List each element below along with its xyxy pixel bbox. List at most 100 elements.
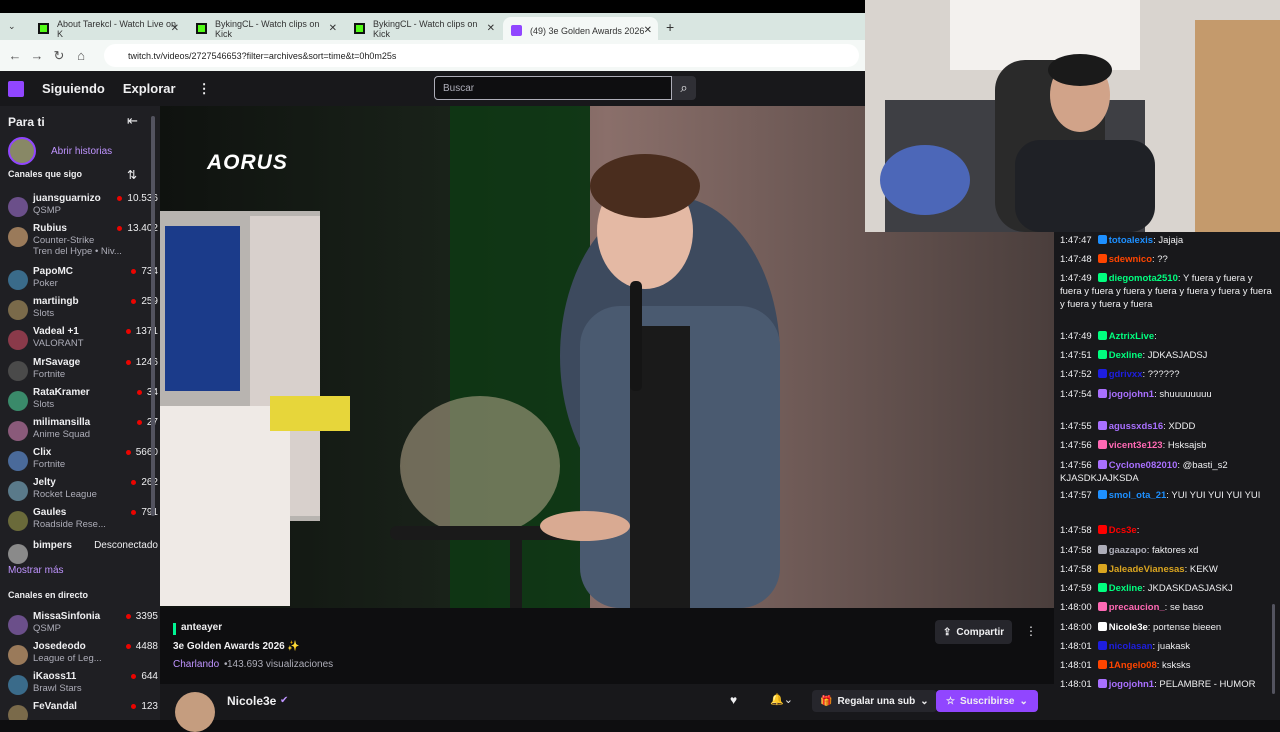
chat-username[interactable]: 1Angelo08 (1109, 660, 1157, 671)
badge-icon[interactable] (1097, 421, 1107, 430)
badge-icon[interactable] (1097, 389, 1107, 398)
close-icon[interactable]: ✕ (171, 23, 179, 34)
sidebar-channel[interactable]: Clix Fortnite 5660 (8, 446, 158, 476)
sidebar-scrollbar[interactable] (151, 116, 155, 516)
sidebar-channel[interactable]: Rubius Counter-Strike Tren del Hype • Niv.… (8, 222, 158, 257)
chat-username[interactable]: sdewnico (1109, 254, 1152, 265)
url-field[interactable]: twitch.tv/videos/2727546653?filter=archi… (104, 44, 859, 67)
sidebar-channel[interactable]: martiingb Slots 259 (8, 295, 158, 325)
search-input[interactable]: Buscar (434, 76, 672, 100)
avatar[interactable] (175, 692, 215, 732)
chat-username[interactable]: Nicole3e (1109, 622, 1148, 633)
sidebar-channel[interactable]: MrSavage Fortnite 1246 (8, 356, 158, 386)
channel-game: QSMP (33, 623, 61, 634)
chat-username[interactable]: gdrivxx (1109, 369, 1143, 380)
subscribe-button[interactable]: ☆ Suscribirse ⌄ (936, 690, 1038, 712)
sidebar-channel[interactable]: FeVandal 123 (8, 700, 158, 720)
streamer-name[interactable]: Nicole3e (227, 694, 276, 708)
sidebar-channel[interactable]: MissaSinfonia QSMP 3395 (8, 610, 158, 640)
nav-browse[interactable]: Explorar (123, 81, 176, 96)
sidebar-channel[interactable]: Josedeodo League of Leg... 4488 (8, 640, 158, 670)
chat-username[interactable]: Dexline (1109, 350, 1143, 361)
gift-sub-button[interactable]: 🎁 Regalar una sub ⌄ (812, 690, 937, 712)
badge-icon[interactable] (1097, 583, 1107, 592)
badge-icon[interactable] (1097, 602, 1107, 611)
show-more-link[interactable]: Mostrar más (8, 565, 64, 576)
badge-icon[interactable] (1097, 350, 1107, 359)
badge-icon[interactable] (1097, 440, 1107, 449)
badge-icon[interactable] (1097, 369, 1107, 378)
sidebar-channel[interactable]: milimansillaAnime Squad27 (8, 416, 158, 446)
browser-tab[interactable]: BykingCL - Watch clips on Kick ✕ (188, 17, 343, 40)
channel-game: Poker (33, 278, 58, 289)
reload-icon[interactable]: ↻ (48, 48, 70, 64)
badge-icon[interactable] (1097, 679, 1107, 688)
badge-icon[interactable] (1097, 254, 1107, 263)
search-icon[interactable]: ⌕ (672, 76, 696, 100)
chat-username[interactable]: Dexline (1109, 583, 1143, 594)
badge-icon[interactable] (1097, 331, 1107, 340)
badge-icon[interactable] (1097, 660, 1107, 669)
tab-search-icon[interactable]: ⌄ (8, 21, 16, 32)
stories-entry[interactable]: Abrir historias (8, 137, 112, 165)
more-options-icon[interactable]: ⋮ (198, 81, 211, 97)
badge-icon[interactable] (1097, 460, 1107, 469)
sidebar-channel[interactable]: Gaules Roadside Rese... 791 (8, 506, 158, 536)
share-button[interactable]: ⇪ Compartir (935, 620, 1013, 644)
bell-icon[interactable]: 🔔⌄ (770, 693, 793, 706)
badge-icon[interactable] (1097, 564, 1107, 573)
badge-icon[interactable] (1097, 235, 1107, 244)
twitch-logo-icon[interactable] (8, 80, 24, 97)
badge-icon[interactable] (1097, 490, 1107, 499)
chat-username[interactable]: vicent3e123 (1109, 440, 1163, 451)
chat-username[interactable]: gaazapo (1109, 545, 1147, 556)
badge-icon[interactable] (1097, 622, 1107, 631)
more-options-icon[interactable]: ⋮ (1025, 624, 1037, 638)
chat-username[interactable]: totoalexis (1109, 235, 1153, 246)
category-link[interactable]: Charlando (173, 659, 219, 670)
chat-username[interactable]: Cyclone082010 (1109, 460, 1178, 471)
badge-icon[interactable] (1097, 273, 1107, 282)
chat-timestamp: 1:47:49 (1060, 273, 1092, 284)
live-heading: Canales en directo (8, 590, 89, 600)
sidebar-channel[interactable]: Jelty Rocket League 262 (8, 476, 158, 506)
url-text: twitch.tv/videos/2727546653?filter=archi… (128, 50, 397, 61)
sidebar-channel[interactable]: iKaoss11 Brawl Stars 644 (8, 670, 158, 700)
chat-username[interactable]: agussxds16 (1109, 421, 1163, 432)
forward-icon[interactable]: → (26, 48, 48, 63)
chat-username[interactable]: diegomota2510 (1109, 273, 1178, 284)
chat-username[interactable]: JaleadeVianesas (1109, 564, 1185, 575)
sidebar-channel[interactable]: PapoMC Poker 734 (8, 265, 158, 295)
heart-icon[interactable]: ♥ (730, 693, 737, 707)
avatar (8, 481, 28, 501)
chat-username[interactable]: smol_ota_21 (1109, 490, 1167, 501)
back-icon[interactable]: ← (4, 48, 26, 63)
badge-icon[interactable] (1097, 641, 1107, 650)
close-icon[interactable]: ✕ (329, 23, 337, 34)
home-icon[interactable]: ⌂ (70, 48, 92, 63)
verified-icon: ✔ (280, 695, 289, 706)
badge-icon[interactable] (1097, 545, 1107, 554)
chat-message: 1:47:52 gdrivxx: ?????? (1060, 368, 1274, 381)
chat-username[interactable]: jogojohn1 (1109, 389, 1154, 400)
sidebar-channel[interactable]: juansguarnizo QSMP 10.536 (8, 192, 158, 222)
chat-scrollbar[interactable] (1272, 604, 1275, 694)
browser-tab[interactable]: BykingCL - Watch clips on Kick ✕ (346, 17, 501, 40)
browser-tab-strip: About Tarekcl - Watch Live on K ✕ Byking… (0, 0, 865, 44)
collapse-icon[interactable]: ⇤ (127, 113, 138, 129)
chat-username[interactable]: AztrixLive (1109, 331, 1154, 342)
chat-username[interactable]: Dcs3e (1109, 525, 1137, 536)
badge-icon[interactable] (1097, 525, 1107, 534)
sort-icon[interactable]: ⇅ (127, 168, 137, 182)
chat-username[interactable]: precaucion_ (1109, 602, 1165, 613)
chat-username[interactable]: nicolasan (1109, 641, 1153, 652)
close-icon[interactable]: ✕ (644, 25, 652, 36)
chat-username[interactable]: jogojohn1 (1109, 679, 1154, 690)
nav-following[interactable]: Siguiendo (42, 81, 105, 96)
sidebar-channel[interactable]: Vadeal +1 VALORANT 1371 (8, 325, 158, 355)
sidebar-channel[interactable]: RataKramerSlots34 (8, 386, 158, 416)
chat-text: : ?? (1152, 254, 1168, 265)
browser-tab[interactable]: About Tarekcl - Watch Live on K ✕ (30, 17, 185, 40)
new-tab-icon[interactable]: + (666, 19, 674, 35)
close-icon[interactable]: ✕ (487, 23, 495, 34)
